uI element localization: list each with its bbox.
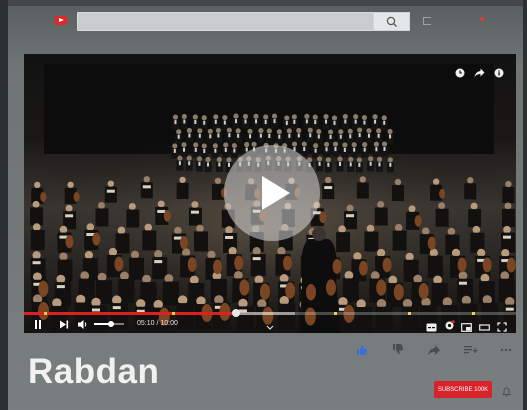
progress-bar[interactable] [24, 309, 516, 317]
dislike-icon[interactable] [391, 343, 407, 357]
big-play-button[interactable] [224, 145, 320, 241]
ad-marker [43, 312, 47, 315]
share-icon[interactable] [474, 65, 485, 83]
miniplayer-icon[interactable] [461, 319, 472, 332]
video-title: Rabdan [28, 352, 160, 391]
youtube-logo-icon[interactable] [55, 16, 67, 25]
volume-thumb[interactable] [107, 321, 114, 327]
subtitles-icon[interactable] [426, 319, 437, 332]
player-controls: 05:10 / 10:00 [24, 316, 516, 333]
settings-icon[interactable] [444, 318, 455, 331]
volume-slider[interactable] [94, 321, 124, 327]
bell-icon[interactable] [501, 384, 512, 397]
fullscreen-icon[interactable] [497, 319, 507, 332]
more-icon[interactable] [499, 343, 515, 357]
subscribe-button[interactable]: SUBSCRIBE 100K [434, 381, 492, 398]
clock-icon[interactable] [455, 65, 465, 83]
window-frame-right [523, 0, 527, 410]
current-time: 05:10 [137, 320, 155, 327]
theater-icon[interactable] [479, 319, 490, 332]
upload-icon[interactable] [423, 17, 431, 25]
progress-played [24, 312, 236, 315]
video-player[interactable]: 05:10 / 10:00 [24, 54, 516, 333]
player-top-icons [455, 68, 504, 80]
volume-icon[interactable] [77, 318, 89, 331]
next-icon[interactable] [58, 318, 70, 331]
chevron-down-icon[interactable] [265, 319, 275, 332]
pause-icon[interactable] [33, 318, 43, 331]
like-icon[interactable] [355, 343, 371, 357]
search-input[interactable] [77, 12, 374, 31]
time-display: 05:10 / 10:00 [137, 320, 178, 327]
total-time: 10:00 [160, 320, 178, 327]
save-to-playlist-icon[interactable] [463, 343, 479, 357]
search-icon [386, 16, 398, 28]
info-icon[interactable] [494, 65, 504, 83]
notification-badge[interactable] [480, 17, 484, 21]
window-frame-left [0, 0, 8, 410]
ad-marker [471, 312, 475, 315]
ad-marker [171, 312, 175, 315]
share-icon[interactable] [427, 343, 443, 357]
ad-marker [407, 312, 411, 315]
search-button[interactable] [373, 12, 410, 31]
ad-marker [333, 312, 337, 315]
